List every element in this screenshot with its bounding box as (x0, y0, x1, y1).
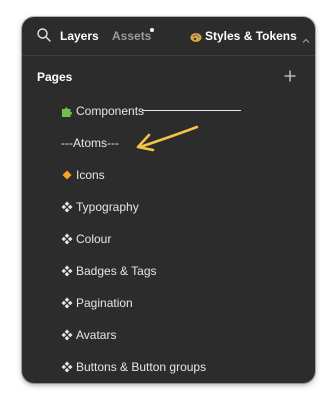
panel-header: Layers Assets Styles & Tokens (22, 17, 315, 55)
tab-assets[interactable]: Assets (112, 29, 151, 43)
component-icon (61, 232, 73, 245)
component-icon (61, 200, 73, 213)
palette-icon (190, 30, 202, 42)
pages-title: Pages (37, 70, 73, 84)
page-item-colour[interactable]: Colour (22, 223, 315, 255)
plus-icon[interactable] (284, 69, 296, 82)
page-label: Icons (76, 168, 105, 182)
component-icon (61, 264, 73, 277)
page-label: Avatars (76, 328, 117, 342)
page-label: Buttons & Button groups (76, 360, 207, 374)
page-label: Badges & Tags (76, 264, 157, 278)
puzzle-icon (61, 104, 73, 117)
page-item-pagination[interactable]: Pagination (22, 287, 315, 319)
tab-layers[interactable]: Layers (60, 29, 99, 43)
assets-notification-dot (150, 28, 154, 32)
styles-tokens-button[interactable]: Styles & Tokens (190, 29, 310, 43)
page-label: Typography (76, 200, 139, 214)
chevron-up-icon (302, 32, 310, 43)
layers-panel: Layers Assets Styles & Tokens Pages Comp… (22, 17, 315, 383)
page-item-badges-tags[interactable]: Badges & Tags (22, 255, 315, 287)
styles-tokens-label: Styles & Tokens (205, 29, 297, 43)
page-label: ---Atoms--- (61, 136, 119, 150)
page-item-icons[interactable]: Icons (22, 159, 315, 191)
pages-header: Pages (22, 56, 315, 96)
page-label: Colour (76, 232, 112, 246)
annotation-arrow-icon (130, 123, 202, 153)
page-item-avatars[interactable]: Avatars (22, 319, 315, 351)
page-item-buttons[interactable]: Buttons & Button groups (22, 351, 315, 383)
orange-diamond-icon (61, 168, 73, 180)
component-icon (61, 296, 73, 309)
page-label: Pagination (76, 296, 133, 310)
separator-line (142, 110, 241, 111)
search-icon[interactable] (36, 27, 52, 43)
component-icon (61, 360, 73, 373)
page-label: Components (76, 104, 145, 118)
component-icon (61, 328, 73, 341)
page-item-typography[interactable]: Typography (22, 191, 315, 223)
